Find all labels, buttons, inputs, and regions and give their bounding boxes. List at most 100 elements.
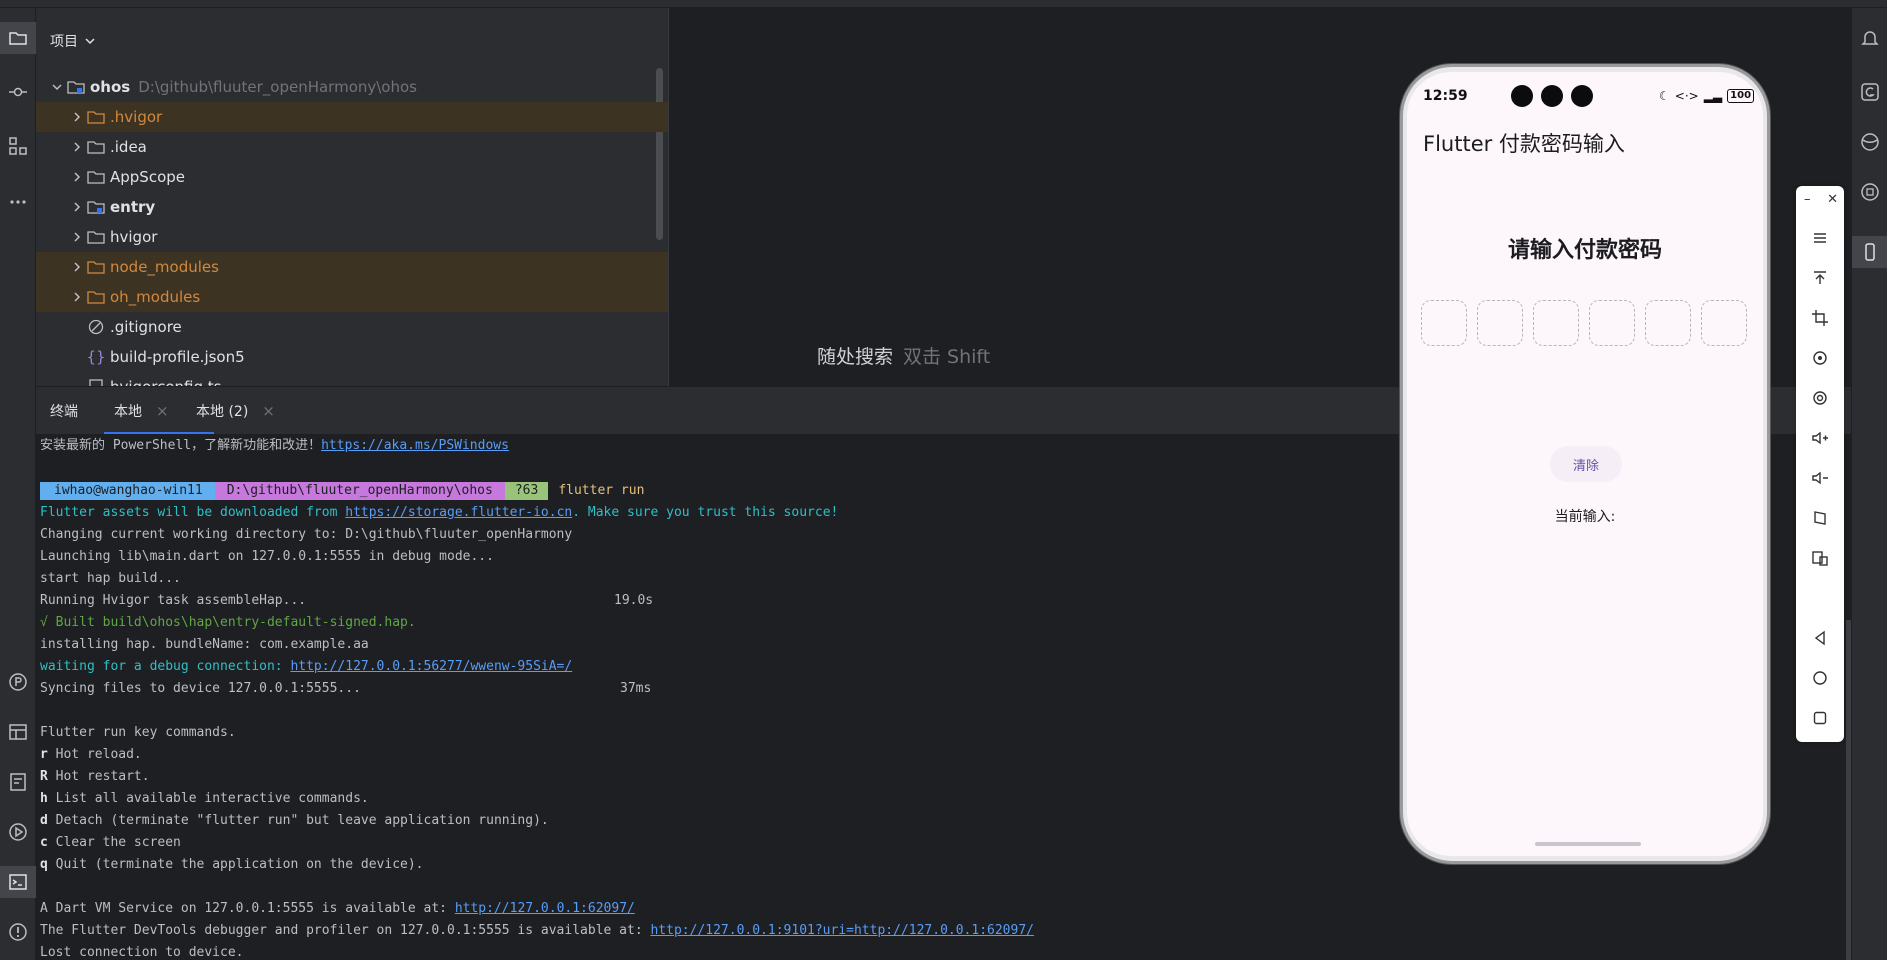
app-bar-title: Flutter 付款密码输入 bbox=[1423, 132, 1625, 156]
key-letter: R bbox=[40, 769, 48, 784]
tree-root[interactable]: ohos D:\github\fluuter_openHarmony\ohos bbox=[36, 72, 668, 102]
tab-terminal-title: 终端 bbox=[50, 404, 78, 420]
search-hint-key: 双击 Shift bbox=[903, 346, 991, 368]
run-icon[interactable] bbox=[0, 816, 36, 848]
key-letter: q bbox=[40, 857, 48, 872]
home-indicator[interactable] bbox=[1535, 842, 1641, 846]
key-desc: List all available interactive commands. bbox=[47, 791, 369, 806]
editor-area: 随处搜索 双击 Shift bbox=[668, 8, 1398, 386]
pin-digit-box[interactable] bbox=[1645, 300, 1691, 346]
chevron-right-icon[interactable] bbox=[68, 258, 86, 276]
pin-digit-box[interactable] bbox=[1589, 300, 1635, 346]
tab-local-2-label: 本地 (2) bbox=[196, 404, 249, 420]
previewer-phone-icon[interactable] bbox=[1852, 236, 1887, 268]
profiler-icon[interactable] bbox=[0, 666, 36, 698]
ps-link[interactable]: https://aka.ms/PSWindows bbox=[321, 438, 509, 453]
key-letter: h bbox=[40, 791, 48, 806]
volume-down-icon[interactable] bbox=[1796, 458, 1844, 498]
volume-up-icon[interactable] bbox=[1796, 418, 1844, 458]
status-bar: 12:59 ☾ <·> ▂▃ 100 bbox=[1407, 85, 1763, 110]
structure-icon[interactable] bbox=[0, 130, 36, 162]
tab-local[interactable]: 本地 × bbox=[114, 387, 169, 435]
tree-item[interactable]: .gitignore bbox=[36, 312, 668, 342]
tree-item-label: oh_modules bbox=[110, 288, 201, 306]
rotate-icon[interactable] bbox=[1796, 338, 1844, 378]
prompt-user: iwhao@wanghao-win11 bbox=[40, 482, 215, 500]
device-manager-icon[interactable] bbox=[1852, 176, 1887, 208]
tree-item[interactable]: .hvigor bbox=[36, 102, 668, 132]
terminal-line: installing hap. bundleName: com.example.… bbox=[40, 637, 369, 652]
terminal-line: Launching lib\main.dart on 127.0.0.1:555… bbox=[40, 549, 494, 564]
status-time: 12:59 bbox=[1423, 88, 1468, 104]
tree-item[interactable]: AppScope bbox=[36, 162, 668, 192]
close-icon[interactable]: ✕ bbox=[1827, 192, 1838, 208]
devtools-link[interactable]: http://127.0.0.1:9101?uri=http://127.0.0… bbox=[650, 923, 1034, 938]
close-icon[interactable]: × bbox=[156, 402, 169, 420]
project-folder-icon[interactable] bbox=[0, 22, 36, 54]
key-letter: c bbox=[40, 835, 48, 850]
pin-digit-box[interactable] bbox=[1477, 300, 1523, 346]
chevron-right-icon[interactable] bbox=[68, 198, 86, 216]
pin-input-row[interactable] bbox=[1421, 300, 1747, 346]
multi-device-icon[interactable] bbox=[1796, 538, 1844, 578]
ai-assistant-icon[interactable] bbox=[1852, 126, 1887, 158]
left-tool-strip bbox=[0, 8, 36, 960]
sync-duration: 37ms bbox=[620, 681, 652, 696]
key-command-line: c Clear the screen bbox=[40, 833, 181, 853]
log-icon[interactable] bbox=[0, 766, 36, 798]
key-command-line: d Detach (terminate "flutter run" but le… bbox=[40, 811, 549, 831]
pin-digit-box[interactable] bbox=[1421, 300, 1467, 346]
fold-icon[interactable] bbox=[1796, 498, 1844, 538]
chevron-right-icon[interactable] bbox=[68, 228, 86, 246]
tree-item[interactable]: hvigor bbox=[36, 222, 668, 252]
recents-icon[interactable] bbox=[1796, 698, 1844, 738]
vm-service-link[interactable]: http://127.0.0.1:62097/ bbox=[455, 901, 635, 916]
notifications-icon[interactable] bbox=[1852, 22, 1887, 54]
tree-item[interactable]: entry bbox=[36, 192, 668, 222]
battery-icon: 100 bbox=[1727, 89, 1755, 103]
camera-cutout bbox=[1511, 85, 1593, 107]
tree-item[interactable]: hvigorconfig.ts bbox=[36, 372, 668, 386]
minimize-icon[interactable]: – bbox=[1804, 192, 1811, 208]
debug-connection-link[interactable]: http://127.0.0.1:56277/wwenw-95SiA=/ bbox=[290, 659, 572, 674]
tree-item[interactable]: oh_modules bbox=[36, 282, 668, 312]
current-input-label: 当前输入: bbox=[1554, 509, 1616, 525]
tree-item[interactable]: node_modules bbox=[36, 252, 668, 282]
terminal-icon[interactable] bbox=[0, 866, 36, 898]
tree-item-label: entry bbox=[110, 198, 156, 216]
home-icon[interactable] bbox=[1796, 658, 1844, 698]
tab-local-2[interactable]: 本地 (2) × bbox=[196, 387, 275, 435]
pin-digit-box[interactable] bbox=[1701, 300, 1747, 346]
chevron-right-icon[interactable] bbox=[68, 288, 86, 306]
layout-icon[interactable] bbox=[0, 716, 36, 748]
project-view-selector[interactable]: 项目 bbox=[36, 26, 96, 56]
commit-icon[interactable] bbox=[0, 76, 36, 108]
gradle-icon[interactable] bbox=[1852, 76, 1887, 108]
file-icon bbox=[86, 378, 106, 386]
network-icon: <·> bbox=[1674, 89, 1699, 103]
terminal-line: Lost connection to device. bbox=[40, 945, 244, 960]
problems-icon[interactable] bbox=[0, 916, 36, 948]
pin-digit-box[interactable] bbox=[1533, 300, 1579, 346]
menu-icon[interactable] bbox=[1796, 218, 1844, 258]
close-icon[interactable]: × bbox=[262, 402, 275, 420]
tree-item-label: AppScope bbox=[110, 168, 185, 186]
chevron-right-icon[interactable] bbox=[68, 108, 86, 126]
terminal-line: start hap build... bbox=[40, 571, 181, 586]
tree-item[interactable]: .idea bbox=[36, 132, 668, 162]
pin-top-icon[interactable] bbox=[1796, 258, 1844, 298]
phone-screen[interactable]: 12:59 ☾ <·> ▂▃ 100 Flutter 付款密码输入 请输入付款密… bbox=[1407, 72, 1763, 856]
chevron-right-icon[interactable] bbox=[68, 138, 86, 156]
module-folder-icon bbox=[86, 198, 106, 216]
tree-item[interactable]: {} build-profile.json5 bbox=[36, 342, 668, 372]
location-icon[interactable] bbox=[1796, 378, 1844, 418]
pay-heading: 请输入付款密码 bbox=[1507, 238, 1662, 263]
crop-icon[interactable] bbox=[1796, 298, 1844, 338]
flutter-io-link[interactable]: https://storage.flutter-io.cn bbox=[345, 505, 572, 520]
more-icon[interactable] bbox=[0, 186, 36, 218]
key-letter: r bbox=[40, 747, 48, 762]
chevron-right-icon[interactable] bbox=[68, 168, 86, 186]
clear-button[interactable]: 清除 bbox=[1550, 446, 1622, 482]
moon-icon: ☾ bbox=[1659, 89, 1670, 103]
back-icon[interactable] bbox=[1796, 618, 1844, 658]
